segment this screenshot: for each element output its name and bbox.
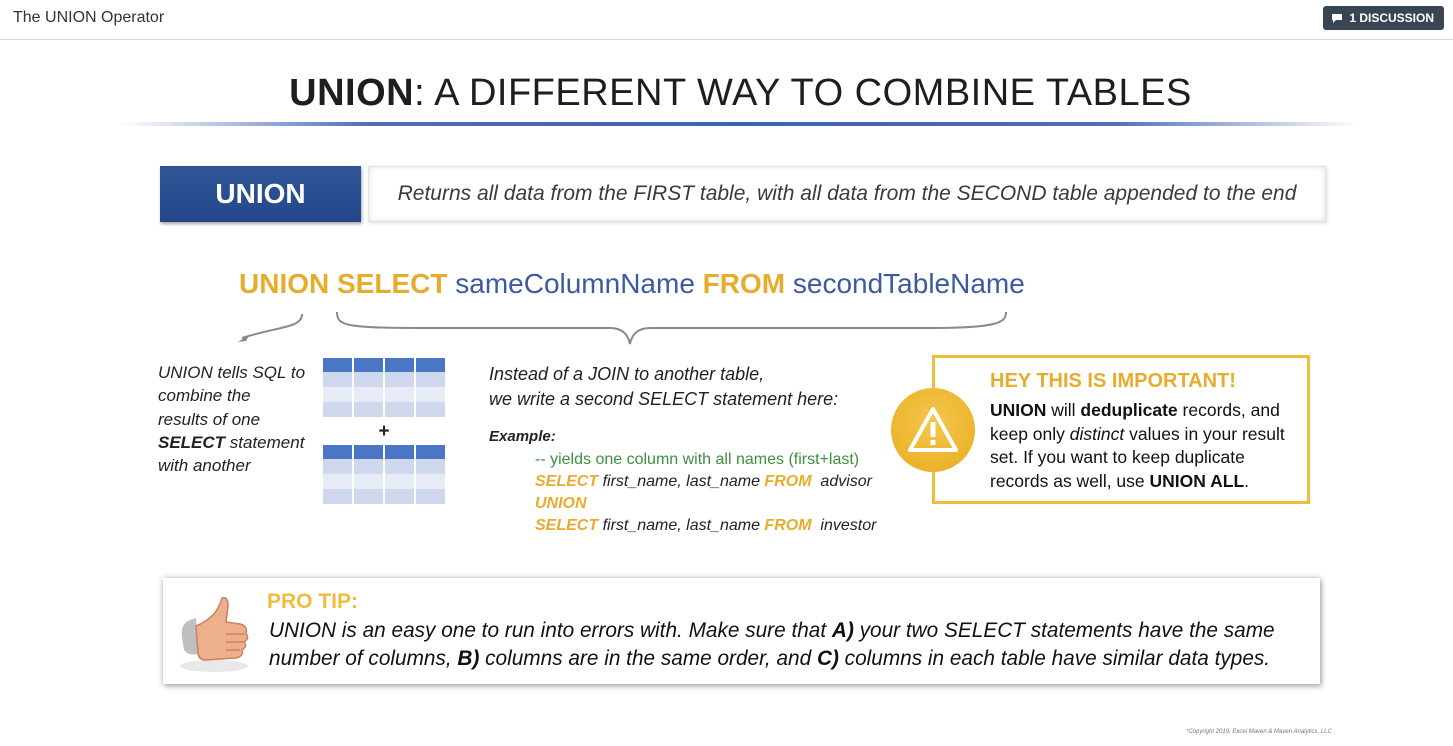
slide-title: UNION: A DIFFERENT WAY TO COMBINE TABLES — [0, 72, 1453, 115]
slide-title-rest: : A DIFFERENT WAY TO COMBINE TABLES — [414, 72, 1192, 114]
explain-line-1: Instead of a JOIN to another table, — [489, 364, 765, 384]
example-label: Example: — [489, 428, 556, 445]
important-text: UNION will deduplicate records, and keep… — [990, 400, 1285, 491]
pro-tip-text: UNION is an easy one to run into errors … — [269, 619, 1275, 670]
code-table-2: investor — [811, 517, 877, 534]
syntax-column: sameColumnName — [455, 268, 695, 299]
thumbs-up-icon — [176, 594, 254, 679]
title-divider — [120, 122, 1360, 126]
code-union: UNION — [535, 495, 587, 512]
code-cols-2: first_name, last_name — [598, 517, 765, 534]
code-cols-1: first_name, last_name — [598, 473, 765, 490]
code-from-2: FROM — [764, 517, 812, 534]
chat-icon — [1331, 13, 1343, 24]
note-bold-select: SELECT — [158, 432, 226, 452]
union-syntax: UNION SELECT sameColumnName FROM secondT… — [239, 268, 1025, 300]
note-line-1: UNION tells SQL to — [158, 363, 306, 382]
note-line-4: statement — [225, 432, 305, 452]
discussion-label: 1 DISCUSSION — [1349, 11, 1434, 25]
important-title: HEY THIS IS IMPORTANT! — [990, 370, 1236, 392]
copyright-notice: *Copyright 2019, Excel Maven & Maven Ana… — [1186, 729, 1332, 735]
table-icon: + — [323, 358, 445, 504]
note-line-2: combine the — [158, 386, 251, 406]
example-code: -- yields one column with all names (fir… — [535, 449, 876, 537]
code-from-1: FROM — [764, 473, 812, 490]
warning-icon — [891, 388, 975, 472]
syntax-table: secondTableName — [792, 268, 1025, 299]
note-line-5: with another — [158, 456, 251, 476]
union-label-box: UNION — [160, 166, 361, 222]
code-table-1: advisor — [811, 473, 872, 490]
union-definition: Returns all data from the FIRST table, w… — [368, 166, 1326, 222]
code-comment: -- yields one column with all names (fir… — [535, 451, 860, 468]
slide-title-bold: UNION — [289, 72, 415, 114]
note-line-3: results of one — [158, 409, 261, 429]
second-select-explanation: Instead of a JOIN to another table, we w… — [489, 362, 838, 412]
lecture-title: The UNION Operator — [13, 9, 165, 26]
code-select-1: SELECT — [535, 473, 599, 490]
code-select-2: SELECT — [535, 517, 599, 534]
pro-tip-title: PRO TIP: — [267, 590, 359, 613]
syntax-brace-arrow — [238, 311, 1007, 345]
syntax-keyword-union-select: UNION SELECT — [239, 268, 448, 299]
discussion-button[interactable]: 1 DISCUSSION — [1323, 6, 1444, 30]
syntax-keyword-from: FROM — [702, 268, 786, 299]
explain-line-2: we write a second SELECT statement here: — [489, 389, 839, 409]
union-explanation-note: UNION tells SQL to combine the results o… — [158, 361, 318, 477]
top-bar: The UNION Operator 1 DISCUSSION — [0, 0, 1453, 40]
plus-sign: + — [378, 421, 389, 442]
